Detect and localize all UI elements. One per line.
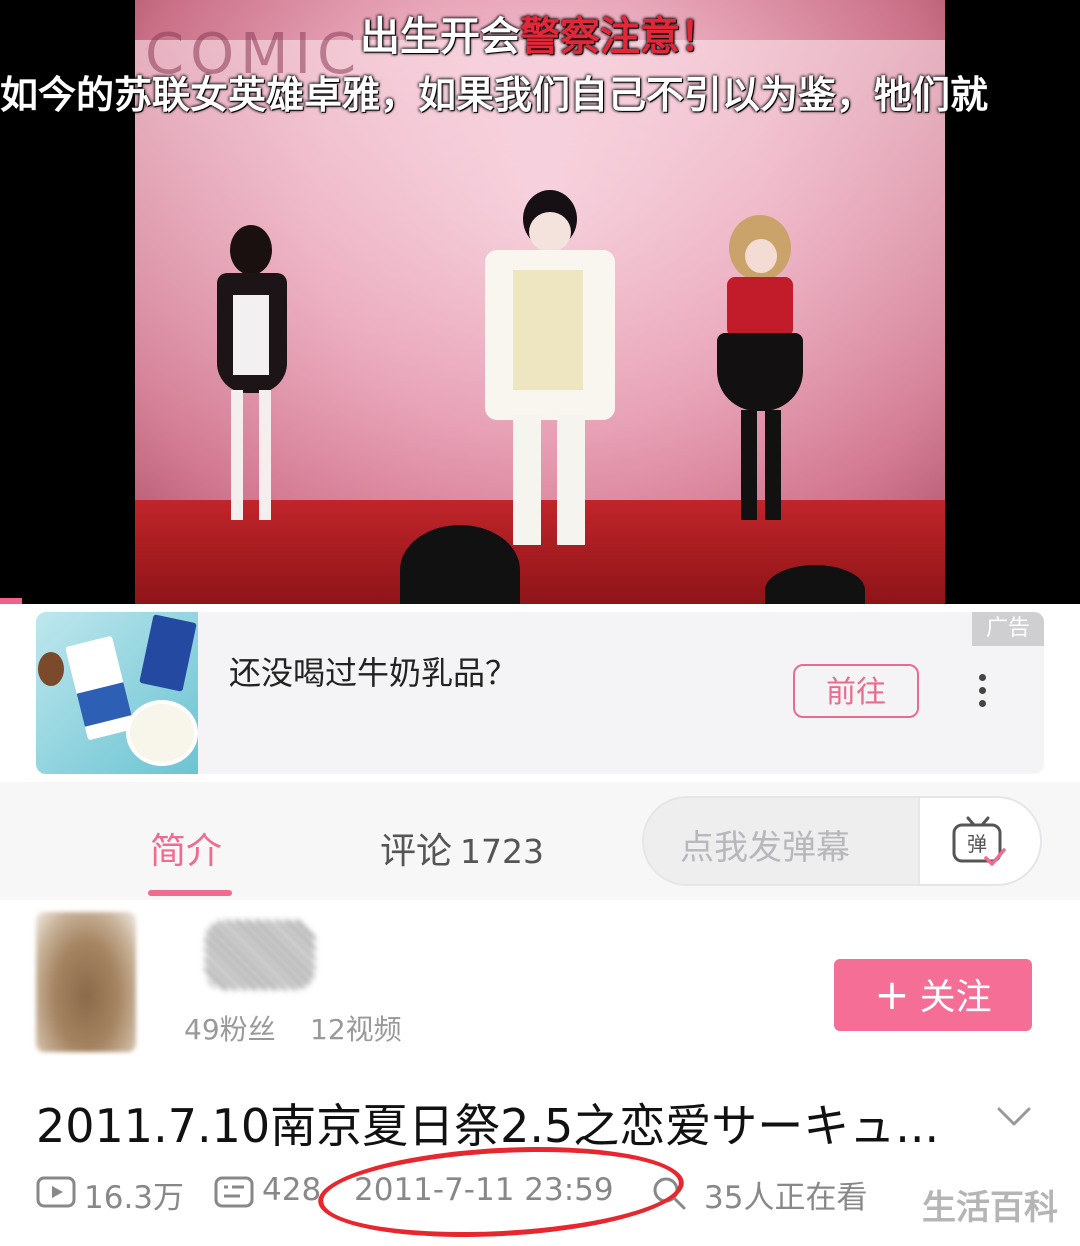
tab-comments[interactable]: 评论 1723 (380, 822, 544, 874)
video-progress-bar[interactable] (0, 598, 22, 604)
danmaku-input[interactable]: 点我发弹幕 弹 (642, 796, 1042, 886)
comments-count: 1723 (460, 832, 544, 871)
subtitle-line2: 如今的苏联女英雄卓雅，如果我们自己不引以为鉴，牠们就 (0, 73, 989, 117)
chevron-down-icon[interactable] (996, 1098, 1032, 1134)
ad-card[interactable]: 还没喝过牛奶乳品？ 广告 前往 (36, 612, 1044, 774)
watermark: 生活百科 (922, 1188, 1058, 1228)
tab-bar: 简介 评论 1723 点我发弹幕 弹 (0, 782, 1080, 900)
plus-icon: + (874, 970, 910, 1019)
danmaku-count: 428 (262, 1172, 322, 1208)
danmaku-tv-icon[interactable]: 弹 (950, 814, 1006, 870)
uploader-avatar[interactable] (36, 912, 136, 1052)
watching-now: 35人正在看 (704, 1180, 868, 1216)
danmaku-toggle-button[interactable]: 弹 (918, 798, 1040, 884)
ad-image[interactable] (36, 612, 198, 774)
dancer-left (195, 225, 305, 535)
video-title[interactable]: 2011.7.10南京夏日祭2.5之恋爱サーキュ... (36, 1090, 936, 1156)
ad-title[interactable]: 还没喝过牛奶乳品？ (229, 648, 517, 694)
uploader-videos: 12视频 (310, 1013, 402, 1046)
video-player[interactable]: COMIC 出生开会警察注意！ 如今的苏联女英雄卓雅，如果我们自己不引以为鉴，牠… (0, 0, 1080, 604)
uploader-name-redacted[interactable] (205, 920, 315, 990)
uploader-fans: 49粉丝 (184, 1013, 276, 1046)
ad-badge: 广告 (972, 612, 1044, 646)
subtitle-line1: 出生开会警察注意！ (360, 14, 720, 60)
tab-intro[interactable]: 简介 (150, 822, 222, 874)
active-tab-indicator (148, 890, 232, 896)
more-options-icon[interactable] (974, 674, 990, 714)
dancer-center (465, 190, 625, 560)
danmaku-icon-label: 弹 (967, 832, 987, 856)
follow-button[interactable]: + 关注 (834, 959, 1032, 1031)
danmaku-count-icon (214, 1176, 254, 1208)
dancer-right (705, 215, 815, 535)
play-count-icon (36, 1176, 76, 1208)
danmaku-placeholder[interactable]: 点我发弹幕 (680, 820, 850, 869)
view-count: 16.3万 (84, 1180, 185, 1216)
ad-goto-button[interactable]: 前往 (793, 664, 919, 718)
